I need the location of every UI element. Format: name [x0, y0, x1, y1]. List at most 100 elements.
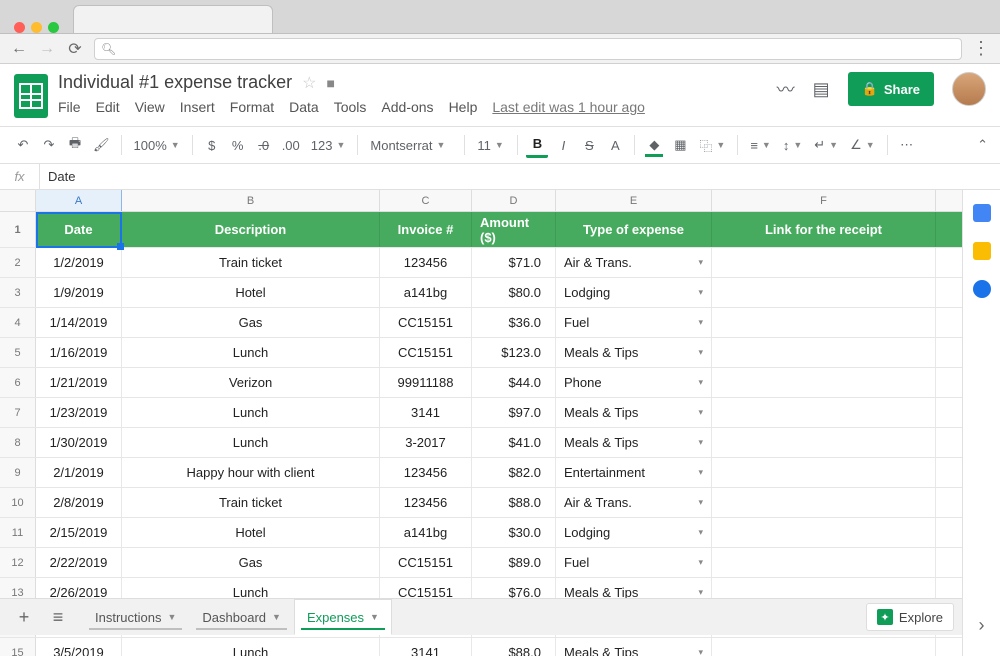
cell-invoice[interactable]: 3-2017	[380, 428, 472, 457]
menu-view[interactable]: View	[135, 99, 165, 115]
cell-date[interactable]: 2/22/2019	[36, 548, 122, 577]
cell-type-dropdown[interactable]: Fuel	[556, 308, 712, 337]
cell-type-dropdown[interactable]: Air & Trans.	[556, 248, 712, 277]
add-sheet-icon[interactable]: +	[10, 603, 38, 631]
strikethrough-icon[interactable]: S	[578, 132, 600, 158]
cell-amount[interactable]: $41.0	[472, 428, 556, 457]
more-toolbar-icon[interactable]: ⋯	[896, 132, 918, 158]
cell-invoice[interactable]: a141bg	[380, 518, 472, 547]
cell-description[interactable]: Gas	[122, 308, 380, 337]
cell-date[interactable]: 1/14/2019	[36, 308, 122, 337]
cell-invoice[interactable]: CC15151	[380, 338, 472, 367]
cell-date[interactable]: 1/21/2019	[36, 368, 122, 397]
row-header[interactable]: 7	[0, 398, 36, 427]
cell-invoice[interactable]: 123456	[380, 458, 472, 487]
undo-icon[interactable]: ↶	[12, 132, 34, 158]
decrease-decimal-icon[interactable]: .0	[253, 132, 275, 158]
text-wrap-icon[interactable]: ↵▼	[810, 137, 842, 153]
row-header[interactable]: 11	[0, 518, 36, 547]
collapse-toolbar-icon[interactable]: ⌃	[977, 137, 988, 153]
forward-icon[interactable]: →	[38, 40, 56, 58]
cell-type-dropdown[interactable]: Meals & Tips	[556, 398, 712, 427]
cell-invoice[interactable]: 99911188	[380, 368, 472, 397]
menu-help[interactable]: Help	[449, 99, 478, 115]
cell-invoice[interactable]: 123456	[380, 488, 472, 517]
font-size-select[interactable]: 11▼	[473, 138, 509, 153]
horizontal-align-icon[interactable]: ≡▼	[746, 138, 775, 153]
keep-icon[interactable]	[973, 242, 991, 260]
menu-tools[interactable]: Tools	[334, 99, 367, 115]
cell-date[interactable]: 3/5/2019	[36, 638, 122, 656]
more-formats-select[interactable]: 123▼	[307, 138, 350, 153]
menu-format[interactable]: Format	[230, 99, 274, 115]
row-header[interactable]: 8	[0, 428, 36, 457]
text-rotation-icon[interactable]: ∠▼	[846, 137, 879, 153]
header-amount[interactable]: Amount ($)	[472, 212, 556, 247]
cell-invoice[interactable]: 123456	[380, 248, 472, 277]
share-button[interactable]: 🔒Share	[848, 72, 934, 106]
cell-date[interactable]: 1/23/2019	[36, 398, 122, 427]
cell-link[interactable]	[712, 278, 936, 307]
row-header[interactable]: 12	[0, 548, 36, 577]
column-header-E[interactable]: E	[556, 190, 712, 211]
document-title[interactable]: Individual #1 expense tracker	[58, 72, 292, 93]
format-currency-icon[interactable]: $	[201, 132, 223, 158]
comments-icon[interactable]: ▤	[813, 79, 830, 100]
row-header[interactable]: 3	[0, 278, 36, 307]
cell-invoice[interactable]: 3141	[380, 398, 472, 427]
cell-amount[interactable]: $71.0	[472, 248, 556, 277]
explore-button[interactable]: ✦Explore	[866, 603, 954, 631]
tab-instructions[interactable]: Instructions▼	[82, 599, 189, 635]
cell-invoice[interactable]: CC15151	[380, 548, 472, 577]
cell-description[interactable]: Hotel	[122, 518, 380, 547]
header-date[interactable]: Date	[36, 212, 122, 247]
header-link[interactable]: Link for the receipt	[712, 212, 936, 247]
cell-description[interactable]: Lunch	[122, 428, 380, 457]
format-percent-icon[interactable]: %	[227, 132, 249, 158]
header-type[interactable]: Type of expense	[556, 212, 712, 247]
formula-input[interactable]: Date	[40, 169, 75, 184]
cell-type-dropdown[interactable]: Fuel	[556, 548, 712, 577]
cell-link[interactable]	[712, 398, 936, 427]
borders-icon[interactable]: ▦	[669, 132, 691, 158]
cell-type-dropdown[interactable]: Entertainment	[556, 458, 712, 487]
cell-invoice[interactable]: a141bg	[380, 278, 472, 307]
menu-edit[interactable]: Edit	[96, 99, 120, 115]
row-header-1[interactable]: 1	[0, 212, 36, 247]
row-header[interactable]: 5	[0, 338, 36, 367]
cell-invoice[interactable]: CC15151	[380, 308, 472, 337]
cell-amount[interactable]: $44.0	[472, 368, 556, 397]
bold-icon[interactable]: B	[526, 132, 548, 158]
text-color-icon[interactable]: A	[604, 132, 626, 158]
cell-amount[interactable]: $82.0	[472, 458, 556, 487]
cell-amount[interactable]: $88.0	[472, 638, 556, 656]
column-header-B[interactable]: B	[122, 190, 380, 211]
cell-date[interactable]: 1/9/2019	[36, 278, 122, 307]
cell-link[interactable]	[712, 518, 936, 547]
cell-link[interactable]	[712, 248, 936, 277]
row-header[interactable]: 15	[0, 638, 36, 656]
cell-amount[interactable]: $89.0	[472, 548, 556, 577]
cell-type-dropdown[interactable]: Lodging	[556, 278, 712, 307]
url-input[interactable]: 🔍︎	[94, 38, 962, 60]
cell-date[interactable]: 2/1/2019	[36, 458, 122, 487]
fill-color-icon[interactable]: ◆	[643, 132, 665, 158]
vertical-align-icon[interactable]: ↕▼	[779, 138, 806, 153]
cell-date[interactable]: 2/15/2019	[36, 518, 122, 547]
cell-amount[interactable]: $123.0	[472, 338, 556, 367]
cell-date[interactable]: 2/8/2019	[36, 488, 122, 517]
print-icon[interactable]: 🖶	[64, 132, 86, 158]
menu-insert[interactable]: Insert	[180, 99, 215, 115]
row-header[interactable]: 10	[0, 488, 36, 517]
cell-link[interactable]	[712, 458, 936, 487]
select-all-corner[interactable]	[0, 190, 36, 211]
sheets-app-icon[interactable]	[14, 74, 48, 118]
cell-link[interactable]	[712, 338, 936, 367]
zoom-select[interactable]: 100%▼	[130, 138, 184, 153]
reload-icon[interactable]: ⟳	[66, 39, 84, 59]
cell-link[interactable]	[712, 638, 936, 656]
cell-amount[interactable]: $36.0	[472, 308, 556, 337]
cell-amount[interactable]: $88.0	[472, 488, 556, 517]
cell-description[interactable]: Lunch	[122, 638, 380, 656]
cell-invoice[interactable]: 3141	[380, 638, 472, 656]
